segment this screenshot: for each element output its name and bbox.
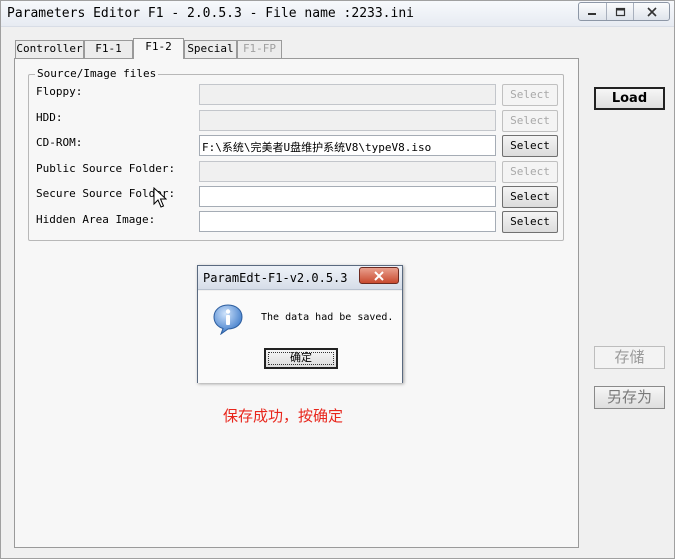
floppy-select-button: Select xyxy=(502,84,558,106)
public-source-folder-select-button: Select xyxy=(502,161,558,183)
tab-label: F1-1 xyxy=(95,42,122,55)
saved-message-dialog: ParamEdt-F1-v2.0.5.3 The data had be sav… xyxy=(197,265,403,383)
hidden-area-image-input[interactable] xyxy=(199,211,496,232)
group-legend: Source/Image files xyxy=(35,67,159,80)
hidden-area-image-label: Hidden Area Image: xyxy=(36,213,156,226)
cdrom-select-button[interactable]: Select xyxy=(502,135,558,157)
tab-f1-1[interactable]: F1-1 xyxy=(84,40,133,58)
minimize-icon[interactable] xyxy=(579,3,607,20)
dialog-close-icon[interactable] xyxy=(359,267,399,284)
close-icon[interactable] xyxy=(634,3,669,20)
tab-label: F1-FP xyxy=(242,42,277,55)
hdd-label: HDD: xyxy=(36,111,63,124)
cdrom-input[interactable]: F:\系统\完美者U盘维护系统V8\typeV8.iso xyxy=(199,135,496,156)
source-image-files-group: Source/Image files Floppy: Select HDD: S… xyxy=(28,67,564,241)
title-bar[interactable]: Parameters Editor F1 - 2.0.5.3 - File na… xyxy=(1,1,674,27)
tab-label: F1-2 xyxy=(145,40,172,53)
window-controls xyxy=(578,2,670,21)
hdd-input xyxy=(199,110,496,131)
hidden-area-image-select-button[interactable]: Select xyxy=(502,211,558,233)
save-button: 存储 xyxy=(594,346,665,369)
tab-controller[interactable]: Controller xyxy=(15,40,84,58)
tab-f1-2[interactable]: F1-2 xyxy=(133,38,184,59)
dialog-title: ParamEdt-F1-v2.0.5.3 xyxy=(203,271,348,285)
dialog-title-bar[interactable]: ParamEdt-F1-v2.0.5.3 xyxy=(198,266,402,290)
info-icon xyxy=(213,304,243,335)
main-window: Parameters Editor F1 - 2.0.5.3 - File na… xyxy=(0,0,675,559)
cdrom-label: CD-ROM: xyxy=(36,136,83,149)
tab-special[interactable]: Special xyxy=(184,40,237,58)
tab-label: Controller xyxy=(16,42,83,55)
dialog-message: The data had be saved. xyxy=(261,312,394,323)
focus-rect xyxy=(268,352,334,365)
window-title: Parameters Editor F1 - 2.0.5.3 - File na… xyxy=(7,6,414,21)
dialog-body: The data had be saved. 确定 xyxy=(198,291,402,383)
annotation-text: 保存成功，按确定 xyxy=(223,407,344,425)
load-button[interactable]: Load xyxy=(594,87,665,110)
secure-source-folder-select-button[interactable]: Select xyxy=(502,186,558,208)
floppy-input xyxy=(199,84,496,105)
mouse-pointer-icon xyxy=(153,187,167,208)
public-source-folder-input xyxy=(199,161,496,182)
save-as-button[interactable]: 另存为 xyxy=(594,386,665,409)
secure-source-folder-input[interactable] xyxy=(199,186,496,207)
tab-f1-fp: F1-FP xyxy=(237,40,282,58)
tab-label: Special xyxy=(187,42,234,55)
floppy-label: Floppy: xyxy=(36,85,83,98)
dialog-ok-button[interactable]: 确定 xyxy=(264,348,338,369)
hdd-select-button: Select xyxy=(502,110,558,132)
maximize-icon[interactable] xyxy=(607,3,635,20)
public-source-folder-label: Public Source Folder: xyxy=(36,162,176,175)
